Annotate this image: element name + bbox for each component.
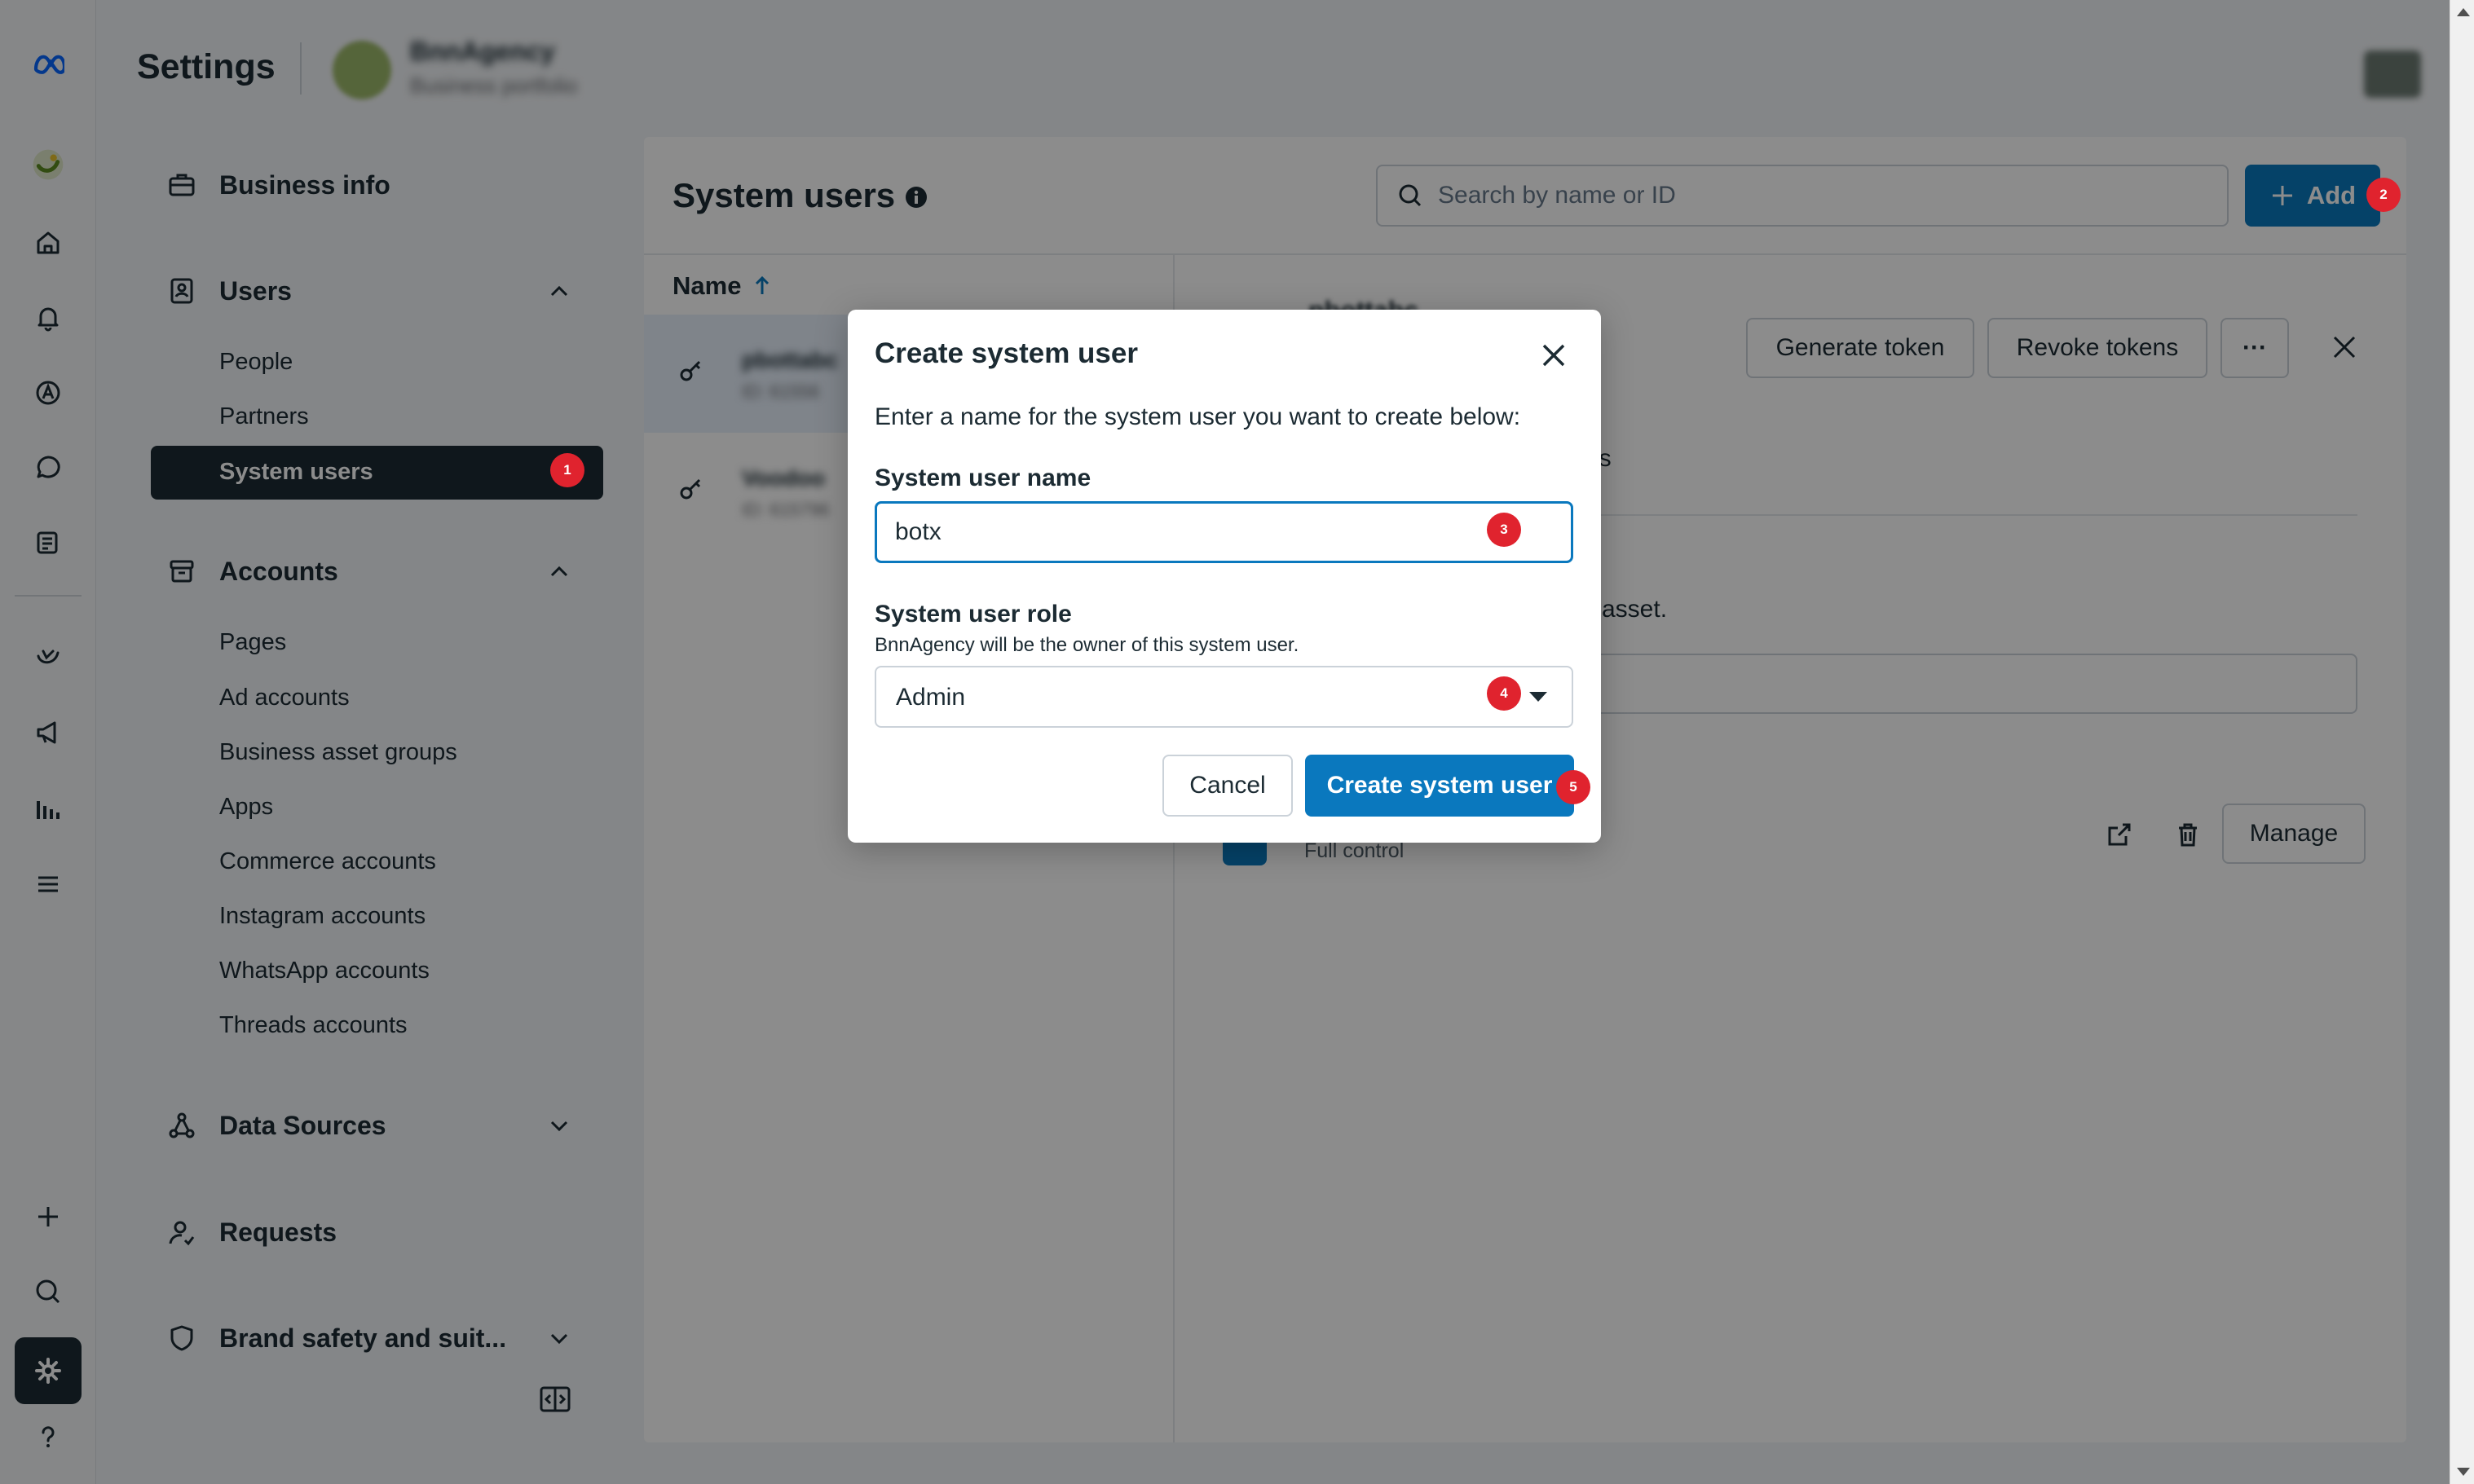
selected-role: Admin [896, 684, 966, 711]
system-user-role-select[interactable]: Admin [875, 666, 1573, 728]
scroll-up-icon[interactable] [2457, 8, 2470, 16]
system-user-role-help: BnnAgency will be the owner of this syst… [875, 634, 1299, 656]
close-icon[interactable] [1537, 339, 1570, 372]
window-scrollbar[interactable] [2450, 0, 2474, 1484]
system-user-name-label: System user name [875, 465, 1091, 491]
create-system-user-button[interactable]: Create system user [1305, 755, 1574, 817]
step-badge-4: 4 [1487, 676, 1521, 711]
dialog-description: Enter a name for the system user you wan… [875, 403, 1521, 430]
step-badge-3: 3 [1487, 513, 1521, 547]
step-badge-2: 2 [2366, 178, 2401, 212]
dialog-title: Create system user [875, 337, 1138, 369]
step-badge-1: 1 [550, 453, 584, 487]
dropdown-caret-icon [1529, 692, 1547, 702]
scroll-down-icon[interactable] [2457, 1468, 2470, 1476]
system-user-role-label: System user role [875, 601, 1072, 628]
step-badge-5: 5 [1556, 770, 1590, 804]
system-user-name-input[interactable] [875, 501, 1573, 563]
cancel-button[interactable]: Cancel [1162, 755, 1293, 817]
create-system-user-dialog: Create system user Enter a name for the … [848, 310, 1601, 843]
